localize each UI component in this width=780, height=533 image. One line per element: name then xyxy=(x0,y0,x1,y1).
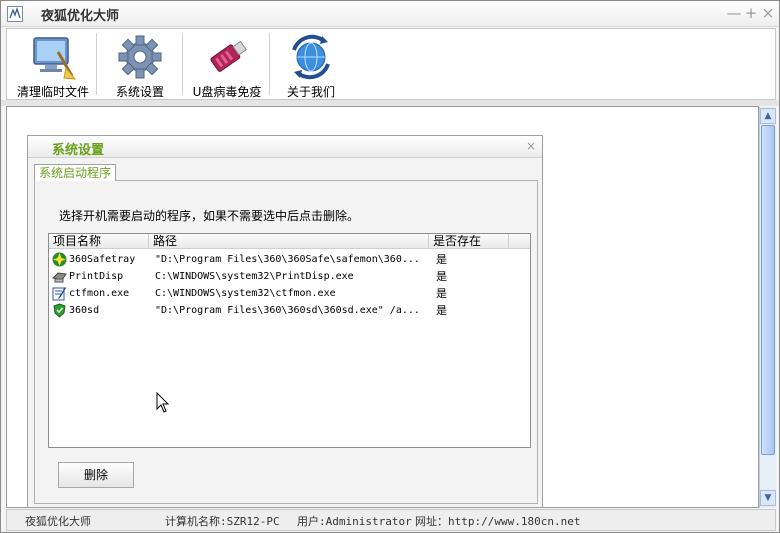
system-settings-dialog: 系统设置 × 系统启动程序 选择开机需要启动的程序，如果不需要选中后点击删除。 … xyxy=(27,135,543,508)
list-header: 项目名称 路径 是否存在 xyxy=(49,234,530,249)
app-icon xyxy=(7,6,23,22)
status-app-name: 夜狐优化大师 xyxy=(25,515,91,528)
360safe-icon xyxy=(52,252,67,267)
notepad-pen-icon xyxy=(52,287,66,301)
toolbar-separator xyxy=(269,33,270,95)
status-user: 用户:Administrator xyxy=(297,515,412,528)
shield-icon xyxy=(53,303,66,318)
table-row[interactable]: PrintDisp C:\WINDOWS\system32\PrintDisp.… xyxy=(49,268,530,285)
cell-path: C:\WINDOWS\system32\ctfmon.exe xyxy=(155,288,336,299)
tab-panel: 选择开机需要启动的程序，如果不需要选中后点击删除。 项目名称 路径 是否存在 3… xyxy=(34,180,538,504)
scrollbar-thumb[interactable] xyxy=(761,125,775,455)
mouse-cursor-icon xyxy=(156,392,170,413)
about-us-button[interactable]: 关于我们 xyxy=(275,29,347,99)
maximize-button[interactable]: + xyxy=(743,4,759,22)
system-settings-button[interactable]: 系统设置 xyxy=(103,29,177,99)
cell-exists: 是 xyxy=(436,270,447,283)
dialog-close-icon[interactable]: × xyxy=(526,139,536,153)
close-button[interactable]: × xyxy=(760,4,776,22)
column-header-exists[interactable]: 是否存在 xyxy=(429,234,509,249)
status-computer-name: 计算机名称:SZR12-PC xyxy=(165,515,280,528)
cell-path: "D:\Program Files\360\360sd\360sd.exe" /… xyxy=(155,305,420,316)
cell-exists: 是 xyxy=(436,253,447,266)
printer-icon xyxy=(52,272,67,283)
cell-path: C:\WINDOWS\system32\PrintDisp.exe xyxy=(155,271,354,282)
scroll-up-arrow-icon[interactable]: ▲ xyxy=(760,108,776,124)
toolbar-separator xyxy=(182,33,183,95)
dialog-title: 系统设置 xyxy=(52,143,105,158)
status-website: 网址：http://www.180cn.net xyxy=(415,515,581,528)
clean-temp-files-button[interactable]: 清理临时文件 xyxy=(11,29,95,99)
cell-name: PrintDisp xyxy=(69,271,124,282)
usb-drive-icon xyxy=(210,40,247,72)
column-header-filler xyxy=(509,234,530,249)
usb-immunity-label: U盘病毒免疫 xyxy=(192,85,262,99)
usb-immunity-button[interactable]: U盘病毒免疫 xyxy=(188,29,266,99)
column-header-name[interactable]: 项目名称 xyxy=(49,234,149,249)
column-header-path[interactable]: 路径 xyxy=(149,234,429,249)
cell-exists: 是 xyxy=(436,304,447,317)
startup-program-list[interactable]: 项目名称 路径 是否存在 360Safetray "D:\Program Fil… xyxy=(48,233,531,448)
table-row[interactable]: 360sd "D:\Program Files\360\360sd\360sd.… xyxy=(49,302,530,319)
delete-button[interactable]: 删除 xyxy=(58,462,134,488)
about-us-label: 关于我们 xyxy=(286,85,335,99)
minimize-button[interactable]: — xyxy=(726,4,742,22)
cell-name: ctfmon.exe xyxy=(69,288,130,299)
cell-name: 360sd xyxy=(69,305,100,316)
app-window: 夜狐优化大师 — + × 清理临时文件 系统设置 U盘病毒免疫 关于我们 ▲ ▼… xyxy=(0,0,780,533)
tab-startup-programs[interactable]: 系统启动程序 xyxy=(34,164,117,181)
toolbar-separator xyxy=(96,33,97,95)
window-title: 夜狐优化大师 xyxy=(41,9,120,24)
table-row[interactable]: ctfmon.exe C:\WINDOWS\system32\ctfmon.ex… xyxy=(49,285,530,302)
cell-exists: 是 xyxy=(436,287,447,300)
globe-refresh-icon xyxy=(292,34,330,80)
dialog-title-bar: 系统设置 × xyxy=(28,136,542,158)
clean-temp-files-label: 清理临时文件 xyxy=(16,85,89,99)
monitor-broom-icon xyxy=(33,37,77,80)
gear-icon xyxy=(118,35,162,79)
system-settings-label: 系统设置 xyxy=(115,85,164,99)
scroll-down-arrow-icon[interactable]: ▼ xyxy=(760,490,776,506)
instruction-text: 选择开机需要启动的程序，如果不需要选中后点击删除。 xyxy=(59,209,360,223)
title-bar: 夜狐优化大师 — + × xyxy=(1,1,779,27)
toolbar: 清理临时文件 系统设置 U盘病毒免疫 关于我们 xyxy=(6,28,776,100)
cell-path: "D:\Program Files\360\360Safe\safemon\36… xyxy=(155,254,420,265)
status-bar: 夜狐优化大师 计算机名称:SZR12-PC 用户:Administrator 网… xyxy=(6,509,776,531)
vertical-scrollbar[interactable]: ▲ ▼ xyxy=(759,107,776,508)
table-row[interactable]: 360Safetray "D:\Program Files\360\360Saf… xyxy=(49,251,530,268)
cell-name: 360Safetray xyxy=(69,254,136,265)
